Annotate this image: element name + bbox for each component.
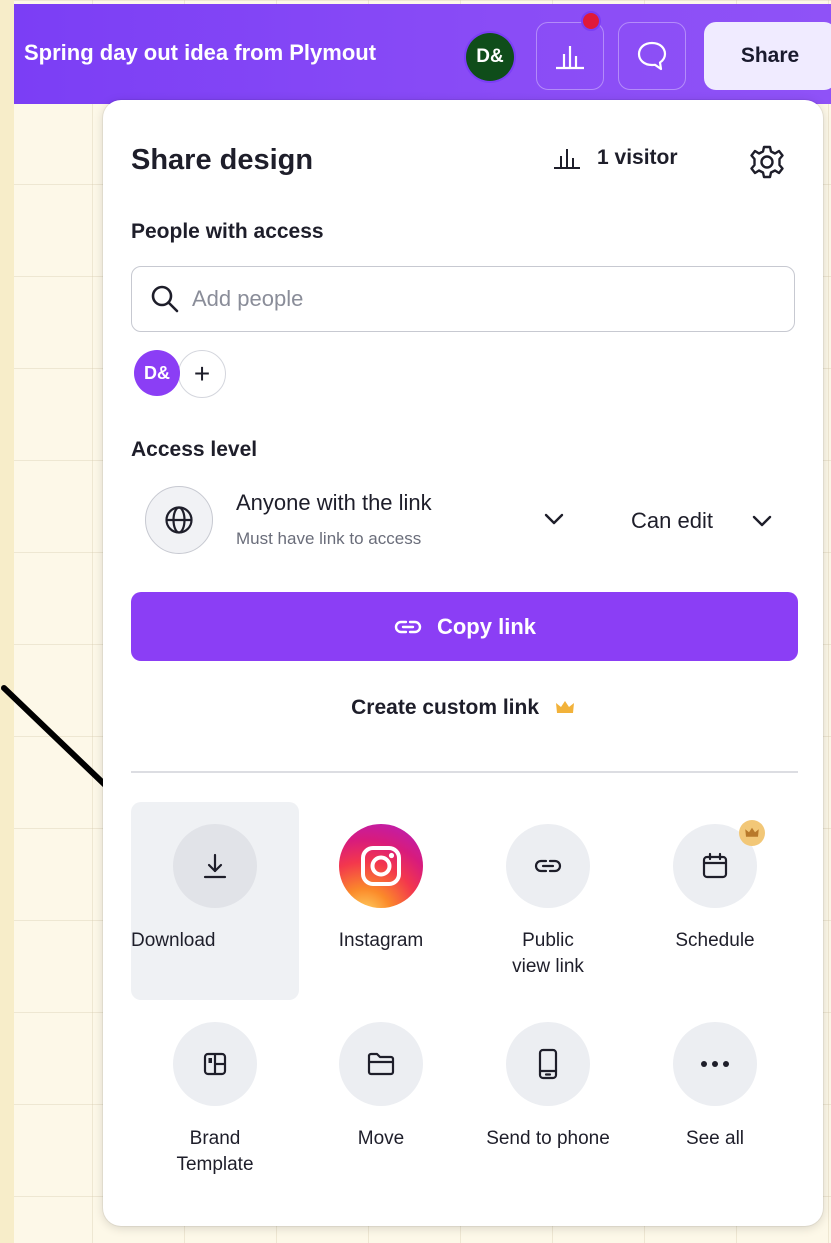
more-icon [701, 1061, 729, 1067]
collaborator-avatar[interactable]: D& [466, 33, 514, 81]
brand-template-icon [203, 1052, 227, 1076]
see-all-label: See all [685, 1128, 745, 1149]
create-custom-link[interactable]: Create custom link [103, 696, 823, 720]
canvas-left-strip [0, 0, 14, 1243]
notification-dot [581, 11, 601, 31]
schedule-icon-circle [673, 820, 765, 908]
access-scope-description: Must have link to access [236, 529, 422, 548]
visitor-count-text: 1 visitor [597, 146, 678, 169]
public-view-link-option[interactable]: Public view link [464, 824, 632, 980]
instagram-icon [339, 824, 423, 908]
copy-link-label: Copy link [436, 613, 536, 639]
instagram-label: Instagram [338, 930, 424, 951]
premium-badge [739, 820, 765, 846]
public-view-link-label: Public view link [512, 930, 584, 977]
panel-title: Share design [131, 144, 314, 176]
people-with-access-label: People with access [131, 220, 324, 243]
settings-gear-icon[interactable] [747, 142, 787, 182]
download-icon-circle [173, 824, 257, 908]
see-all-icon-circle [673, 1022, 757, 1106]
copy-link-button[interactable]: Copy link [131, 592, 798, 661]
move-icon-circle [339, 1022, 423, 1106]
download-icon [203, 853, 227, 879]
document-title[interactable]: Spring day out idea from Plymout [24, 40, 376, 66]
comments-button[interactable] [618, 22, 686, 90]
send-to-phone-option[interactable]: Send to phone [464, 1022, 632, 1152]
add-people-input[interactable] [190, 285, 754, 313]
crown-icon [555, 701, 574, 714]
permission-dropdown[interactable]: Can edit [631, 508, 713, 534]
send-to-phone-icon-circle [506, 1022, 590, 1106]
calendar-icon [702, 852, 728, 879]
brand-template-option[interactable]: Brand Template [131, 1022, 299, 1178]
search-icon [151, 285, 179, 313]
chevron-down-icon[interactable] [543, 512, 565, 526]
see-all-option[interactable]: See all [631, 1022, 799, 1152]
chevron-down-icon[interactable] [751, 514, 773, 528]
instagram-option[interactable]: Instagram [297, 824, 465, 954]
brand-template-label: Brand Template [176, 1128, 254, 1175]
access-scope-dropdown[interactable]: Anyone with the link [236, 490, 432, 516]
instagram-glyph-icon [361, 846, 401, 886]
phone-icon [538, 1048, 558, 1080]
add-people-field[interactable] [131, 266, 795, 332]
folder-icon [367, 1052, 395, 1076]
share-design-panel: Share design 1 visitor People with acces… [103, 100, 823, 1226]
custom-link-label: Create custom link [351, 696, 540, 719]
link-icon [534, 859, 562, 873]
move-label: Move [357, 1128, 405, 1149]
visitor-count[interactable]: 1 visitor [553, 146, 678, 170]
crown-icon [745, 827, 759, 837]
editor-top-bar: Spring day out idea from Plymout D& Shar… [14, 4, 831, 104]
link-icon [394, 620, 422, 633]
brand-template-icon-circle [173, 1022, 257, 1106]
globe-icon [165, 506, 193, 534]
move-option[interactable]: Move [297, 1022, 465, 1152]
download-option[interactable]: Download [131, 802, 299, 1000]
section-divider [131, 771, 798, 773]
schedule-option[interactable]: Schedule [631, 820, 799, 954]
globe-icon-container [145, 486, 213, 554]
public-link-icon-circle [506, 824, 590, 908]
bar-chart-icon [554, 149, 580, 169]
add-person-button[interactable]: + [178, 350, 226, 398]
insights-button[interactable] [536, 22, 604, 90]
access-level-label: Access level [131, 438, 258, 461]
owner-avatar[interactable]: D& [134, 350, 180, 396]
bar-chart-icon [556, 46, 584, 70]
schedule-label: Schedule [675, 930, 755, 951]
share-button[interactable]: Share [704, 22, 831, 90]
send-to-phone-label: Send to phone [486, 1128, 610, 1149]
comment-icon [637, 41, 667, 71]
download-label: Download [131, 930, 216, 951]
